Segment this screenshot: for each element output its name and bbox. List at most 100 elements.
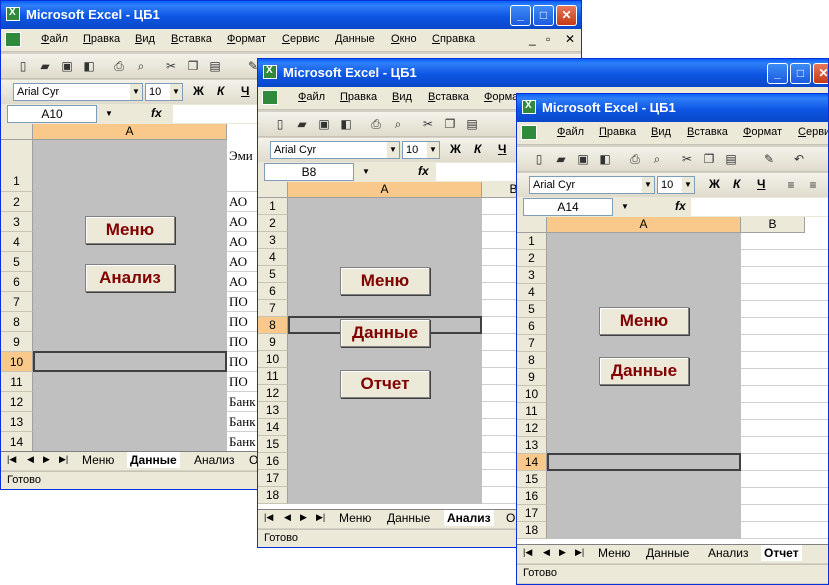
menu-data[interactable]: Данные xyxy=(335,33,375,45)
sheet-tab-data[interactable]: Данные xyxy=(643,545,692,561)
cut-icon[interactable]: ✂ xyxy=(163,58,179,74)
print-preview-icon[interactable]: ⌕ xyxy=(390,116,406,132)
menu-view[interactable]: Вид xyxy=(135,33,155,45)
macro-button[interactable]: Меню xyxy=(599,307,689,335)
row-header[interactable]: 4 xyxy=(1,232,33,252)
menu-format[interactable]: Формат xyxy=(743,126,782,138)
menu-edit[interactable]: Правка xyxy=(83,33,120,45)
row-header[interactable]: 11 xyxy=(517,403,547,420)
menu-insert[interactable]: Вставка xyxy=(171,33,212,45)
fx-icon[interactable]: fx xyxy=(151,106,162,120)
worksheet-grid[interactable]: A B 1 2 3 4 5 6 7 8 9 10 11 12 13 14 15 16 17 18 Меню Данные xyxy=(517,217,828,544)
row-header[interactable]: 14 xyxy=(258,419,288,436)
name-box-dropdown-icon[interactable]: ▼ xyxy=(362,167,370,176)
align-center-icon[interactable]: ≡ xyxy=(805,177,821,193)
sheet-tab-menu[interactable]: Меню xyxy=(79,452,117,468)
row-header[interactable]: 9 xyxy=(517,369,547,386)
macro-button[interactable]: Данные xyxy=(340,319,430,347)
row-header[interactable]: 6 xyxy=(517,318,547,335)
name-box[interactable]: B8 xyxy=(264,163,354,181)
new-icon[interactable]: ▯ xyxy=(272,116,288,132)
row-header[interactable]: 2 xyxy=(1,192,33,212)
row-header[interactable]: 10 xyxy=(1,352,33,372)
sheet-tab-analysis[interactable]: Анализ xyxy=(705,545,752,561)
open-icon[interactable]: ▰ xyxy=(37,58,53,74)
row-header[interactable]: 7 xyxy=(517,335,547,352)
row-header[interactable]: 3 xyxy=(517,267,547,284)
first-sheet-icon[interactable]: |◀ xyxy=(264,512,273,523)
prev-sheet-icon[interactable]: ◀ xyxy=(543,547,550,558)
row-header[interactable]: 16 xyxy=(258,453,288,470)
minimize-button[interactable]: _ xyxy=(510,5,531,26)
row-header[interactable]: 9 xyxy=(258,334,288,351)
row-header[interactable]: 9 xyxy=(1,332,33,352)
name-box-dropdown-icon[interactable]: ▼ xyxy=(105,109,113,118)
new-icon[interactable]: ▯ xyxy=(531,151,547,167)
row-header[interactable]: 12 xyxy=(517,420,547,437)
select-all-corner[interactable] xyxy=(517,217,547,233)
name-box[interactable]: A14 xyxy=(523,198,613,216)
save-icon[interactable]: ▣ xyxy=(316,116,332,132)
sheet-tab-menu[interactable]: Меню xyxy=(595,545,633,561)
formula-input[interactable] xyxy=(691,198,828,216)
row-header[interactable]: 18 xyxy=(258,487,288,504)
select-all-corner[interactable] xyxy=(1,124,33,140)
row-header[interactable]: 10 xyxy=(258,351,288,368)
column-header[interactable]: A xyxy=(33,124,227,140)
row-header[interactable]: 7 xyxy=(258,300,288,317)
undo-icon[interactable]: ↶ xyxy=(791,151,807,167)
row-header[interactable]: 2 xyxy=(517,250,547,267)
row-header[interactable]: 10 xyxy=(517,386,547,403)
doc-minimize-icon[interactable]: _ xyxy=(529,32,536,46)
font-size-select[interactable]: 10 ▼ xyxy=(402,141,440,159)
row-header[interactable]: 6 xyxy=(258,283,288,300)
paste-icon[interactable]: ▤ xyxy=(723,151,739,167)
first-sheet-icon[interactable]: |◀ xyxy=(523,547,532,558)
next-sheet-icon[interactable]: ▶ xyxy=(43,454,50,465)
sheet-tab-analysis[interactable]: Анализ xyxy=(444,510,494,526)
next-sheet-icon[interactable]: ▶ xyxy=(559,547,566,558)
save-icon[interactable]: ▣ xyxy=(575,151,591,167)
macro-button[interactable]: Отчет xyxy=(340,370,430,398)
menu-tools[interactable]: Сервис xyxy=(798,126,828,138)
underline-button[interactable]: Ч xyxy=(757,177,765,191)
row-header[interactable]: 3 xyxy=(258,232,288,249)
menu-view[interactable]: Вид xyxy=(392,91,412,103)
workbook-icon[interactable] xyxy=(5,32,21,47)
row-header[interactable]: 13 xyxy=(258,402,288,419)
prev-sheet-icon[interactable]: ◀ xyxy=(284,512,291,523)
first-sheet-icon[interactable]: |◀ xyxy=(7,454,16,465)
menu-view[interactable]: Вид xyxy=(651,126,671,138)
italic-button[interactable]: К xyxy=(217,84,224,98)
copy-icon[interactable]: ❐ xyxy=(185,58,201,74)
format-painter-icon[interactable]: ✎ xyxy=(761,151,777,167)
select-all-corner[interactable] xyxy=(258,182,288,198)
row-header[interactable]: 17 xyxy=(258,470,288,487)
bold-button[interactable]: Ж xyxy=(709,177,720,191)
row-header[interactable]: 1 xyxy=(1,140,33,192)
last-sheet-icon[interactable]: ▶| xyxy=(316,512,325,523)
font-size-select[interactable]: 10 ▼ xyxy=(657,176,695,194)
menu-file[interactable]: Файл xyxy=(557,126,584,138)
row-header[interactable]: 8 xyxy=(517,352,547,369)
row-header[interactable]: 15 xyxy=(517,471,547,488)
sheet-tab-data[interactable]: Данные xyxy=(127,452,180,468)
column-header[interactable]: B xyxy=(741,217,805,233)
row-header[interactable]: 6 xyxy=(1,272,33,292)
row-header[interactable]: 1 xyxy=(517,233,547,250)
align-left-icon[interactable]: ≡ xyxy=(783,177,799,193)
print-icon[interactable]: ⎙ xyxy=(627,151,643,167)
row-header[interactable]: 1 xyxy=(258,198,288,215)
row-header[interactable]: 4 xyxy=(258,249,288,266)
macro-button[interactable]: Меню xyxy=(85,216,175,244)
maximize-button[interactable]: □ xyxy=(790,63,811,84)
macro-button[interactable]: Анализ xyxy=(85,264,175,292)
row-header[interactable]: 14 xyxy=(1,432,33,451)
title-bar[interactable]: Microsoft Excel - ЦБ1 _ □ ✕ xyxy=(1,1,581,29)
minimize-button[interactable]: _ xyxy=(767,63,788,84)
menu-insert[interactable]: Вставка xyxy=(687,126,728,138)
fx-icon[interactable]: fx xyxy=(675,199,686,213)
row-header[interactable]: 8 xyxy=(258,317,288,334)
column-header[interactable]: A xyxy=(288,182,482,198)
row-header[interactable]: 5 xyxy=(258,266,288,283)
